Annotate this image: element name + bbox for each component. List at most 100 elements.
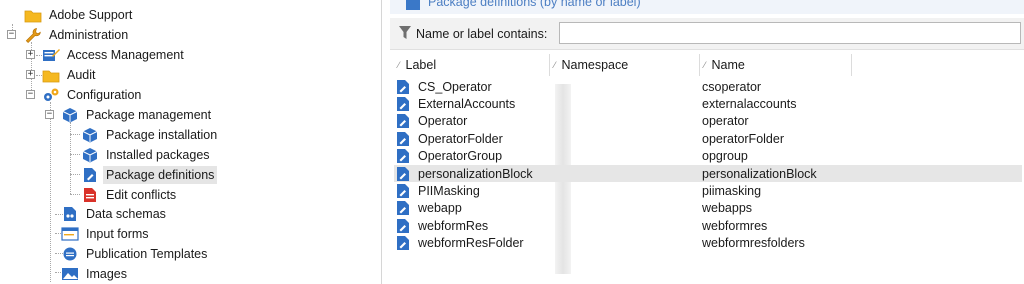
cell-name: externalaccounts — [702, 97, 797, 112]
cell-label: webformResFolder — [418, 236, 524, 251]
tree-item-input-forms[interactable]: Input forms — [61, 224, 152, 244]
content-pane: Package definitions (by name or label) N… — [390, 0, 1024, 284]
cell-label: webformRes — [418, 218, 489, 233]
grid-header: ⁄ Label ⁄ Namespace ⁄ Name — [394, 54, 1022, 76]
form-window-icon — [61, 226, 79, 242]
table-row[interactable]: Operator operator — [394, 113, 1022, 130]
publication-template-icon — [61, 246, 79, 262]
package-definition-icon — [396, 95, 410, 112]
filter-label: Name or label contains: — [416, 27, 548, 41]
gears-icon — [42, 87, 60, 103]
cell-name: operator — [702, 114, 749, 129]
column-header-text: Label — [405, 58, 437, 72]
column-header-text: Name — [711, 58, 745, 72]
table-row[interactable]: ExternalAccounts externalaccounts — [394, 95, 1022, 112]
tree-item-label: Images — [86, 267, 127, 281]
tree-item-adobe-support[interactable]: Adobe Support — [24, 5, 135, 25]
name-or-label-filter-input[interactable] — [559, 22, 1021, 44]
cell-label: Operator — [418, 114, 468, 129]
tree-item-package-definitions[interactable]: Package definitions — [81, 165, 218, 185]
tree-item-installed-packages[interactable]: Installed packages — [81, 145, 213, 165]
package-icon — [81, 127, 99, 143]
column-header-text: Namespace — [561, 58, 629, 72]
tree-item-configuration[interactable]: Configuration — [42, 85, 144, 105]
column-header-name[interactable]: ⁄ Name — [700, 54, 852, 76]
list-title: Package definitions (by name or label) — [428, 0, 641, 9]
tree-item-label: Data schemas — [86, 207, 166, 221]
tree-item-package-installation[interactable]: Package installation — [81, 125, 220, 145]
tree-item-access-management[interactable]: Access Management — [42, 45, 187, 65]
expand-access-management-toggle[interactable]: + — [26, 50, 35, 59]
cell-label: CS_Operator — [418, 79, 492, 94]
column-header-namespace[interactable]: ⁄ Namespace — [550, 54, 700, 76]
package-definition-icon — [396, 113, 410, 130]
wrench-icon — [24, 27, 42, 43]
collapse-package-management-toggle[interactable]: − — [45, 110, 54, 119]
table-row[interactable]: personalizationBlock personalizationBlock — [394, 165, 1022, 183]
navigation-tree: − + + − − Adobe Support Administration A… — [0, 0, 382, 284]
tree-item-label: Package definitions — [103, 166, 218, 184]
tree-item-label: Adobe Support — [49, 8, 133, 22]
table-row[interactable]: webapp webapps — [394, 200, 1022, 217]
sort-indicator-icon: ⁄ — [398, 60, 400, 70]
package-definitions-grid: ⁄ Label ⁄ Namespace ⁄ Name CS_Operator cs… — [394, 54, 1022, 274]
column-header-label[interactable]: ⁄ Label — [394, 54, 550, 76]
tree-item-label: Publication Templates — [86, 247, 208, 261]
cell-name: webapps — [702, 201, 753, 216]
tree-item-edit-conflicts[interactable]: Edit conflicts — [81, 185, 179, 205]
package-icon — [61, 107, 79, 123]
table-row[interactable]: OperatorGroup opgroup — [394, 148, 1022, 165]
cell-name: personalizationBlock — [702, 166, 817, 181]
cell-name: webformres — [702, 218, 768, 233]
cell-name: csoperator — [702, 79, 762, 94]
expand-audit-toggle[interactable]: + — [26, 70, 35, 79]
tree-item-label: Package installation — [106, 128, 218, 142]
sort-indicator-icon: ⁄ — [704, 60, 706, 70]
cell-label: personalizationBlock — [418, 166, 533, 181]
access-management-icon — [42, 47, 60, 63]
tree-item-administration[interactable]: Administration — [24, 25, 131, 45]
package-definition-icon — [396, 182, 410, 199]
tree-item-data-schemas[interactable]: Data schemas — [61, 204, 169, 224]
package-definition-icon — [396, 217, 410, 234]
package-definition-icon — [396, 200, 410, 217]
sort-indicator-icon: ⁄ — [554, 60, 556, 70]
cell-label: PIIMasking — [418, 184, 480, 199]
conflict-document-icon — [81, 187, 99, 203]
cell-name: piimasking — [702, 184, 762, 199]
tree-item-images[interactable]: Images — [61, 264, 130, 284]
package-definition-icon — [396, 148, 410, 165]
table-row[interactable]: PIIMasking piimasking — [394, 182, 1022, 199]
table-row[interactable]: webformRes webformres — [394, 217, 1022, 234]
table-row[interactable]: webformResFolder webformresfolders — [394, 235, 1022, 252]
table-row[interactable]: OperatorFolder operatorFolder — [394, 130, 1022, 147]
folder-icon — [42, 67, 60, 83]
package-definition-icon — [396, 78, 410, 95]
list-header: Package definitions (by name or label) — [390, 0, 1024, 14]
collapse-configuration-toggle[interactable]: − — [26, 90, 35, 99]
package-definition-icon — [81, 167, 99, 183]
tree-item-publication-templates[interactable]: Publication Templates — [61, 244, 210, 264]
tree-item-package-management[interactable]: Package management — [61, 105, 214, 125]
tree-item-label: Access Management — [67, 48, 184, 62]
cell-name: webformresfolders — [702, 236, 805, 251]
filter-bar: Name or label contains: — [390, 18, 1024, 50]
tree-item-label: Edit conflicts — [106, 188, 177, 202]
package-definition-icon — [396, 165, 410, 182]
tree-item-label: Package management — [86, 108, 212, 122]
filter-funnel-icon[interactable] — [398, 25, 412, 44]
schema-document-icon — [61, 206, 79, 222]
tree-item-label: Configuration — [67, 88, 142, 102]
tree-item-audit[interactable]: Audit — [42, 65, 99, 85]
cell-label: webapp — [418, 201, 462, 216]
image-icon — [61, 266, 79, 282]
tree-item-label: Installed packages — [106, 148, 210, 162]
tree-item-label: Audit — [67, 68, 96, 82]
cell-name: opgroup — [702, 149, 748, 164]
collapse-administration-toggle[interactable]: − — [7, 30, 16, 39]
table-row[interactable]: CS_Operator csoperator — [394, 78, 1022, 95]
cell-label: OperatorFolder — [418, 131, 503, 146]
package-definition-icon — [396, 130, 410, 147]
folder-icon — [24, 7, 42, 23]
tree-item-label: Input forms — [86, 227, 149, 241]
